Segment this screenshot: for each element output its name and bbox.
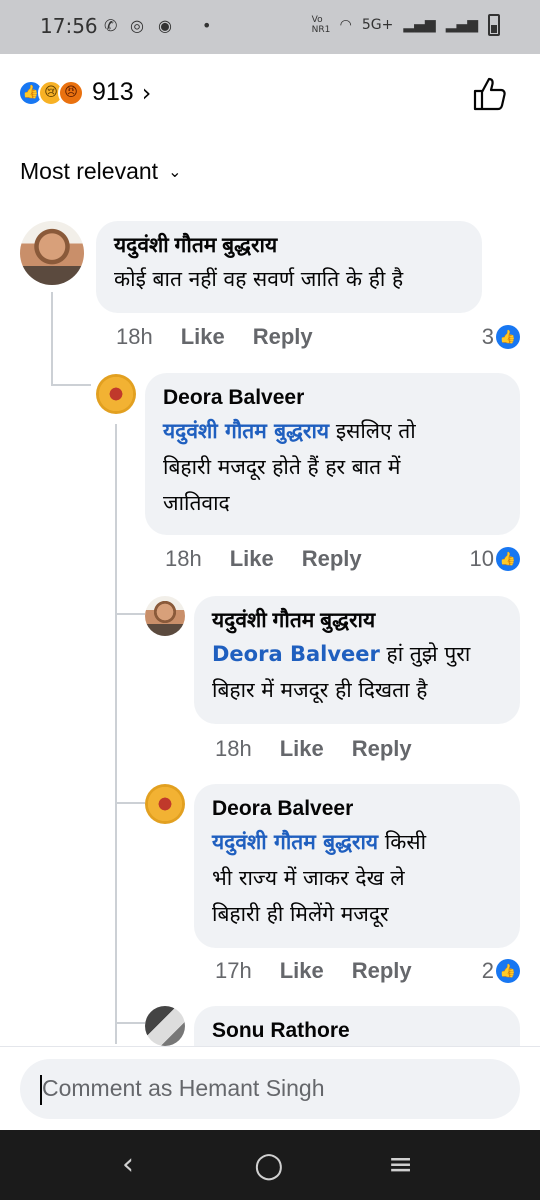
- like-button[interactable]: Like: [280, 958, 324, 984]
- comments-sheet: 👍 😢 😠 913 › Most relevant ⌄ यदुवंशी गौतम…: [0, 54, 540, 1130]
- comment-actions: 17h Like Reply: [215, 958, 440, 984]
- composer-bar: Comment as Hemant Singh: [0, 1046, 540, 1130]
- likes-count: 3: [481, 324, 494, 349]
- reactions-summary[interactable]: 👍 😢 😠 913 ›: [18, 78, 151, 107]
- mention-link[interactable]: Deora Balveer: [212, 642, 380, 666]
- comment-text-part: इसलिए तो: [335, 419, 416, 443]
- comment-bubble: Deora Balveer यदुवंशी गौतम बुद्धराय किसी…: [194, 784, 520, 948]
- thread-connector: [115, 1022, 145, 1024]
- sort-label: Most relevant: [20, 158, 159, 184]
- like-button[interactable]: Like: [230, 546, 274, 572]
- comment-likes[interactable]: 10 👍: [470, 546, 520, 572]
- sort-dropdown[interactable]: Most relevant ⌄: [20, 158, 181, 185]
- comment-bubble: Deora Balveer यदुवंशी गौतम बुद्धराय इसलि…: [145, 373, 520, 535]
- thread-connector: [51, 384, 91, 386]
- reactions-count: 913: [92, 78, 134, 106]
- back-icon[interactable]: ‹: [122, 1148, 134, 1182]
- globe-icon: ◉: [158, 16, 172, 35]
- signal-icon: ▂▄▆: [403, 17, 436, 33]
- status-bar: 17:56 ✆ ◎ ◉ • Vo NR1 ◠ 5G+ ▂▄▆ ▂▄▆: [0, 0, 540, 54]
- avatar[interactable]: [20, 221, 84, 285]
- dot-icon: •: [202, 16, 212, 35]
- likes-count: 10: [469, 546, 494, 571]
- comment-time: 18h: [165, 546, 202, 571]
- comment-likes[interactable]: 3 👍: [482, 324, 520, 350]
- comment-text-line: बिहारी ही मिलेंगे मजदूर: [212, 902, 389, 926]
- comment-author[interactable]: Deora Balveer: [163, 383, 502, 413]
- avatar[interactable]: [145, 596, 185, 636]
- like-button[interactable]: Like: [181, 324, 225, 350]
- comment-text-line: बिहार में मजदूर ही दिखता है: [212, 678, 428, 702]
- hotspot-icon: ◠: [339, 17, 352, 33]
- like-icon: 👍: [496, 547, 520, 571]
- like-icon: 👍: [496, 959, 520, 983]
- thread-line-nested: [115, 424, 117, 1044]
- signal2-icon: ▂▄▆: [445, 17, 478, 33]
- thread-connector: [115, 802, 145, 804]
- mention-link[interactable]: यदुवंशी गौतम बुद्धराय: [163, 419, 329, 443]
- home-icon[interactable]: ○: [254, 1148, 284, 1182]
- comment-likes[interactable]: 2 👍: [482, 958, 520, 984]
- mention-link[interactable]: यदुवंशी गौतम बुद्धराय: [212, 830, 378, 854]
- reply-button[interactable]: Reply: [253, 324, 313, 350]
- whatsapp-icon: ◎: [130, 16, 144, 35]
- comment-time: 18h: [215, 736, 252, 761]
- comment-bubble: यदुवंशी गौतम बुद्धराय Deora Balveer हां …: [194, 596, 520, 724]
- comment-text-part: हां तुझे पुरा: [386, 642, 471, 666]
- avatar[interactable]: [145, 1006, 185, 1046]
- chevron-down-icon: ⌄: [168, 163, 182, 181]
- angry-icon: 😠: [58, 79, 84, 106]
- comment-time: 18h: [116, 324, 153, 349]
- comment-author[interactable]: Sonu Rathore: [212, 1016, 502, 1046]
- avatar[interactable]: [96, 374, 136, 414]
- comment-text-line: बिहारी मजदूर होते हैं हर बात में: [163, 455, 401, 479]
- comment-author[interactable]: Deora Balveer: [212, 794, 502, 824]
- status-time: 17:56: [40, 14, 98, 38]
- comment-time: 17h: [215, 958, 252, 983]
- call-icon: ✆: [104, 16, 118, 35]
- comment-text: कोई बात नहीं वह सवर्ण जाति के ही है: [114, 267, 404, 291]
- comment-text-part: किसी: [384, 830, 427, 854]
- chevron-right-icon: ›: [141, 78, 152, 107]
- reply-button[interactable]: Reply: [302, 546, 362, 572]
- system-nav-bar: ‹ ○ ≡: [0, 1130, 540, 1200]
- avatar[interactable]: [145, 784, 185, 824]
- comment-text-line: भी राज्य में जाकर देख ले: [212, 866, 405, 890]
- comment-text: Deora Balveer हां तुझे पुरा: [212, 636, 502, 672]
- carrier-label: Vo NR1: [311, 15, 331, 35]
- comment-actions: 18h Like Reply: [215, 736, 440, 762]
- like-button[interactable]: Like: [280, 736, 324, 762]
- comment-author[interactable]: यदुवंशी गौतम बुद्धराय: [114, 231, 464, 261]
- likes-count: 2: [481, 958, 494, 983]
- reply-button[interactable]: Reply: [352, 958, 412, 984]
- thread-line: [51, 292, 53, 386]
- comment-author[interactable]: यदुवंशी गौतम बुद्धराय: [212, 606, 502, 636]
- thumbs-up-icon[interactable]: [470, 74, 510, 114]
- comment-actions: 18h Like Reply: [165, 546, 390, 572]
- comment-actions: 18h Like Reply: [116, 324, 341, 350]
- status-right: Vo NR1 ◠ 5G+ ▂▄▆ ▂▄▆: [312, 14, 500, 36]
- comment-text-line: जातिवाद: [163, 491, 230, 515]
- comment-placeholder: Comment as Hemant Singh: [42, 1075, 325, 1101]
- comment-text: यदुवंशी गौतम बुद्धराय इसलिए तो: [163, 413, 502, 449]
- network-label: 5G+: [361, 17, 394, 33]
- reply-button[interactable]: Reply: [352, 736, 412, 762]
- like-icon: 👍: [496, 325, 520, 349]
- comment-bubble: यदुवंशी गौतम बुद्धराय कोई बात नहीं वह सव…: [96, 221, 482, 313]
- menu-icon[interactable]: ≡: [388, 1148, 413, 1182]
- comment-input[interactable]: Comment as Hemant Singh: [20, 1059, 520, 1119]
- comment-text: यदुवंशी गौतम बुद्धराय किसी: [212, 824, 502, 860]
- thread-connector: [115, 613, 145, 615]
- battery-icon: [488, 14, 500, 36]
